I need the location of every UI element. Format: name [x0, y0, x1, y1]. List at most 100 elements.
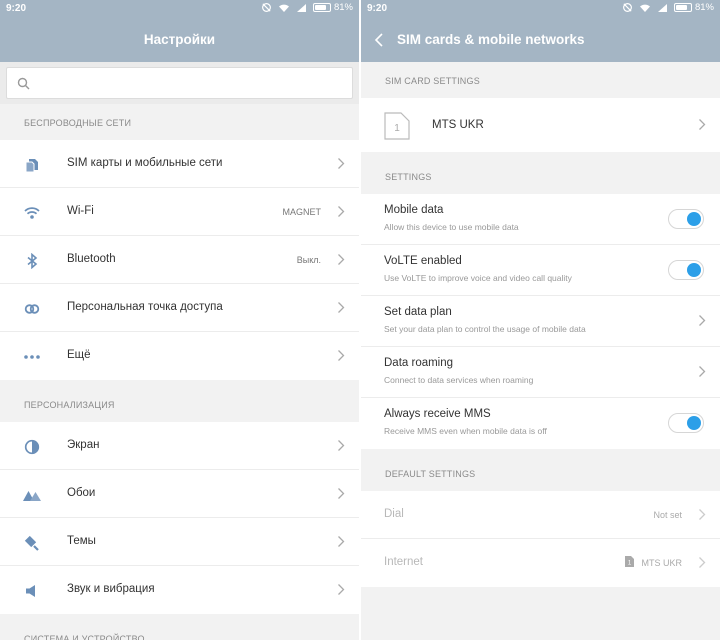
setting-always-mms[interactable]: Always receive MMS Receive MMS even when…: [361, 398, 720, 449]
wifi-status-icon: [639, 3, 651, 13]
section-header-system: СИСТЕМА И УСТРОЙСТВО: [0, 620, 359, 640]
setting-description: Connect to data services when roaming: [384, 375, 534, 385]
wifi-icon: [23, 204, 41, 222]
settings-item-more[interactable]: Ещё: [0, 332, 359, 380]
battery-icon: [312, 3, 331, 12]
display-icon: [23, 438, 41, 456]
settings-item-label: Wi-Fi: [67, 205, 94, 217]
section-header-wireless: БЕСПРОВОДНЫЕ СЕТИ: [0, 104, 359, 140]
settings-item-label: Персональная точка доступа: [67, 301, 223, 313]
battery-indicator: 81%: [673, 2, 714, 13]
chevron-right-icon: [338, 440, 345, 451]
settings-item-label: Темы: [67, 535, 96, 547]
setting-label: Always receive MMS: [384, 408, 491, 420]
settings-group: Mobile data Allow this device to use mob…: [361, 194, 720, 449]
settings-item-wallpaper[interactable]: Обои: [0, 470, 359, 518]
settings-item-hotspot[interactable]: Персональная точка доступа: [0, 284, 359, 332]
default-dial[interactable]: Dial Not set: [361, 491, 720, 539]
settings-item-label: Обои: [67, 487, 96, 499]
empty-area: [361, 587, 720, 640]
setting-label: Set data plan: [384, 306, 452, 318]
settings-item-label: SIM карты и мобильные сети: [67, 157, 223, 169]
setting-description: Use VoLTE to improve voice and video cal…: [384, 273, 572, 283]
section-header-settings: SETTINGS: [361, 158, 720, 194]
settings-item-value: MAGNET: [282, 207, 321, 217]
wallpaper-icon: [23, 486, 41, 504]
setting-data-plan[interactable]: Set data plan Set your data plan to cont…: [361, 296, 720, 347]
chevron-right-icon: [699, 315, 706, 326]
chevron-right-icon: [338, 158, 345, 169]
default-group: Dial Not set Internet 1 MTS UKR: [361, 491, 720, 587]
chevron-right-icon: [338, 254, 345, 265]
settings-item-bluetooth[interactable]: Bluetooth Выкл.: [0, 236, 359, 284]
section-header-default: DEFAULT SETTINGS: [361, 455, 720, 491]
chevron-right-icon: [338, 488, 345, 499]
settings-item-sound[interactable]: Звук и вибрация: [0, 566, 359, 614]
status-bar: 9:20 81%: [0, 0, 359, 18]
sim-cards-icon: [23, 156, 41, 174]
setting-description: Allow this device to use mobile data: [384, 222, 519, 232]
sync-icon: [622, 2, 633, 13]
default-internet[interactable]: Internet 1 MTS UKR: [361, 539, 720, 587]
settings-screen: 9:20 81% Настройки БЕСПРОВОДНЫЕ СЕТИ SIM…: [0, 0, 359, 640]
sim-card-item[interactable]: 1 MTS UKR: [361, 98, 720, 152]
page-title: Настройки: [143, 32, 216, 47]
setting-label: Internet: [384, 556, 423, 568]
signal-icon: [296, 3, 307, 13]
settings-item-label: Bluetooth: [67, 253, 116, 265]
mobile-data-toggle[interactable]: [668, 209, 704, 229]
setting-value: MTS UKR: [641, 558, 683, 568]
sim-networks-screen: 9:20 81% SIM cards & mobile networks SIM…: [361, 0, 720, 640]
section-header-personalization: ПЕРСОНАЛИЗАЦИЯ: [0, 386, 359, 422]
volte-toggle[interactable]: [668, 260, 704, 280]
chevron-right-icon: [338, 206, 345, 217]
settings-item-wifi[interactable]: Wi-Fi MAGNET: [0, 188, 359, 236]
setting-value: Not set: [653, 510, 682, 520]
mms-toggle[interactable]: [668, 413, 704, 433]
settings-item-themes[interactable]: Темы: [0, 518, 359, 566]
setting-label: Dial: [384, 508, 404, 520]
personalization-group: Экран Обои Темы Звук и вибрация: [0, 422, 359, 614]
setting-label: Data roaming: [384, 357, 454, 369]
sim-group: 1 MTS UKR: [361, 98, 720, 152]
settings-item-sim[interactable]: SIM карты и мобильные сети: [0, 140, 359, 188]
setting-label: VoLTE enabled: [384, 255, 462, 267]
battery-indicator: 81%: [312, 2, 353, 13]
hotspot-icon: [23, 300, 41, 318]
sim-card-name: MTS UKR: [432, 119, 484, 131]
status-bar: 9:20 81%: [361, 0, 720, 18]
sim-card-icon: 1: [384, 112, 410, 140]
search-icon: [17, 77, 30, 90]
settings-item-label: Экран: [67, 439, 100, 451]
search-area: [0, 62, 359, 104]
setting-description: Receive MMS even when mobile data is off: [384, 426, 547, 436]
setting-volte[interactable]: VoLTE enabled Use VoLTE to improve voice…: [361, 245, 720, 296]
app-bar: SIM cards & mobile networks: [361, 18, 720, 62]
sim-slot-number: 1: [394, 123, 400, 134]
signal-icon: [657, 3, 668, 13]
app-bar: Настройки: [0, 18, 359, 62]
setting-data-roaming[interactable]: Data roaming Connect to data services wh…: [361, 347, 720, 398]
search-input[interactable]: [6, 67, 353, 99]
settings-item-display[interactable]: Экран: [0, 422, 359, 470]
chevron-right-icon: [699, 557, 706, 568]
chevron-right-icon: [699, 366, 706, 377]
themes-icon: [23, 534, 41, 552]
more-icon: [23, 348, 41, 366]
setting-description: Set your data plan to control the usage …: [384, 324, 586, 334]
chevron-right-icon: [699, 509, 706, 520]
battery-percent: 81%: [333, 2, 353, 13]
chevron-right-icon: [338, 302, 345, 313]
wifi-status-icon: [278, 3, 290, 13]
chevron-right-icon: [338, 536, 345, 547]
section-header-sim: SIM CARD SETTINGS: [361, 62, 720, 98]
settings-item-label: Ещё: [67, 349, 91, 361]
sound-icon: [23, 582, 41, 600]
settings-item-value: Выкл.: [296, 255, 321, 265]
status-time: 9:20: [367, 3, 388, 14]
battery-percent: 81%: [694, 2, 714, 13]
setting-mobile-data[interactable]: Mobile data Allow this device to use mob…: [361, 194, 720, 245]
bluetooth-icon: [23, 252, 41, 270]
back-arrow-icon[interactable]: [373, 32, 387, 48]
chevron-right-icon: [338, 584, 345, 595]
